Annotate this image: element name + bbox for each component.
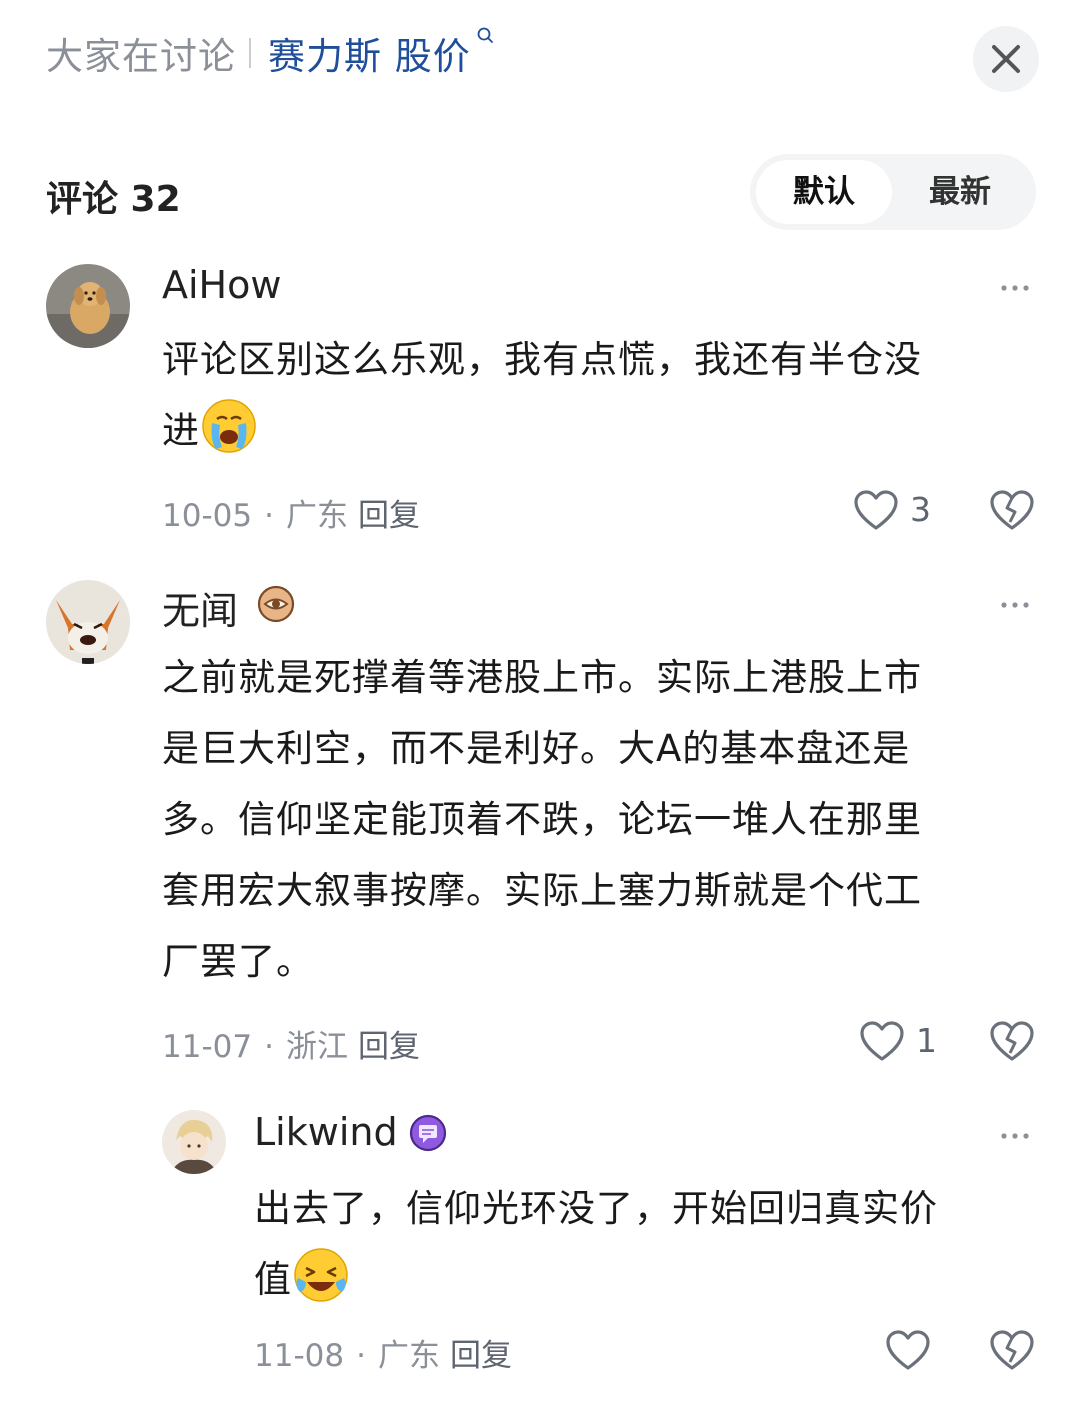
laughing-crying-emoji-icon bbox=[294, 1248, 348, 1302]
topic-divider bbox=[249, 38, 251, 68]
like-count: 3 bbox=[910, 490, 931, 529]
comment-location: 广东 bbox=[285, 498, 348, 534]
reply-button[interactable]: 回复 bbox=[358, 1029, 420, 1065]
comment-date: 11-08 bbox=[254, 1338, 345, 1374]
reply-button[interactable]: 回复 bbox=[358, 498, 420, 534]
meta-separator: · bbox=[264, 1029, 274, 1065]
comment-text-line: 出去了，信仰光环没了，开始回归真实价 bbox=[254, 1187, 938, 1230]
avatar[interactable] bbox=[46, 264, 130, 348]
meta-separator: · bbox=[264, 498, 274, 534]
comment-text-line: 进 bbox=[162, 395, 1022, 466]
reply-button[interactable]: 回复 bbox=[450, 1338, 512, 1374]
comment-text-tail: 进 bbox=[162, 409, 200, 452]
comment-date: 10-05 bbox=[162, 498, 253, 534]
chat-badge-icon bbox=[409, 1114, 447, 1152]
comment-text-line: 多。信仰坚定能顶着不跌，论坛一堆人在那里 bbox=[162, 798, 922, 841]
eye-badge-icon bbox=[257, 585, 295, 623]
comment-location: 浙江 bbox=[285, 1029, 348, 1065]
comment-meta: 11-07 · 浙江 回复 bbox=[162, 1021, 420, 1066]
comment-text-line: 是巨大利空，而不是利好。大A的基本盘还是 bbox=[162, 727, 911, 770]
heart-icon[interactable] bbox=[852, 488, 900, 532]
avatar[interactable] bbox=[162, 1110, 226, 1174]
topic-bar: 大家在讨论 赛力斯 股价 bbox=[0, 0, 1080, 110]
avatar[interactable] bbox=[46, 580, 130, 664]
more-dots-icon[interactable] bbox=[1000, 1131, 1030, 1141]
username[interactable]: Likwind bbox=[254, 1110, 398, 1154]
sort-latest-tab[interactable]: 最新 bbox=[892, 160, 1028, 224]
heart-icon[interactable] bbox=[884, 1328, 932, 1372]
username[interactable]: 无闻 bbox=[162, 580, 238, 635]
username[interactable]: AiHow bbox=[162, 263, 281, 307]
meta-separator: · bbox=[356, 1338, 366, 1374]
comments-count-title: 评论 32 bbox=[46, 179, 181, 220]
broken-heart-icon[interactable] bbox=[988, 1328, 1036, 1372]
more-dots-icon[interactable] bbox=[1000, 283, 1030, 293]
comment-text-line: 厂罢了。 bbox=[162, 940, 314, 983]
comment-date: 11-07 bbox=[162, 1029, 253, 1065]
sort-default-tab[interactable]: 默认 bbox=[756, 160, 892, 224]
comment-text-line: 套用宏大叙事按摩。实际上塞力斯就是个代工 bbox=[162, 869, 922, 912]
comment-text-tail: 值 bbox=[254, 1258, 292, 1301]
close-icon bbox=[992, 45, 1020, 73]
sort-toggle: 默认 最新 bbox=[750, 154, 1036, 230]
broken-heart-icon[interactable] bbox=[988, 1019, 1036, 1063]
close-button[interactable] bbox=[973, 26, 1039, 92]
comment-text-line: 之前就是死撑着等港股上市。实际上港股上市 bbox=[162, 656, 922, 699]
broken-heart-icon[interactable] bbox=[988, 488, 1036, 532]
comment-meta: 11-08 · 广东 回复 bbox=[254, 1330, 512, 1375]
comment-text: 评论区别这么乐观，我有点慌，我还有半仓没 进 bbox=[162, 324, 1022, 466]
comment-text: 之前就是死撑着等港股上市。实际上港股上市 是巨大利空，而不是利好。大A的基本盘还… bbox=[162, 642, 1022, 997]
more-dots-icon[interactable] bbox=[1000, 600, 1030, 610]
like-count: 1 bbox=[916, 1021, 937, 1060]
comment-text-line: 值 bbox=[254, 1244, 1054, 1315]
heart-icon[interactable] bbox=[858, 1019, 906, 1063]
crying-emoji-icon bbox=[202, 399, 256, 453]
comment-meta: 10-05 · 广东 回复 bbox=[162, 490, 420, 535]
comment-text: 出去了，信仰光环没了，开始回归真实价 值 bbox=[254, 1173, 1054, 1315]
comment-text-line: 评论区别这么乐观，我有点慌，我还有半仓没 bbox=[162, 338, 922, 381]
comment-location: 广东 bbox=[377, 1338, 440, 1374]
topic-query-link[interactable]: 赛力斯 股价 bbox=[268, 26, 471, 80]
search-icon bbox=[477, 27, 493, 43]
topic-prefix: 大家在讨论 bbox=[46, 35, 236, 78]
